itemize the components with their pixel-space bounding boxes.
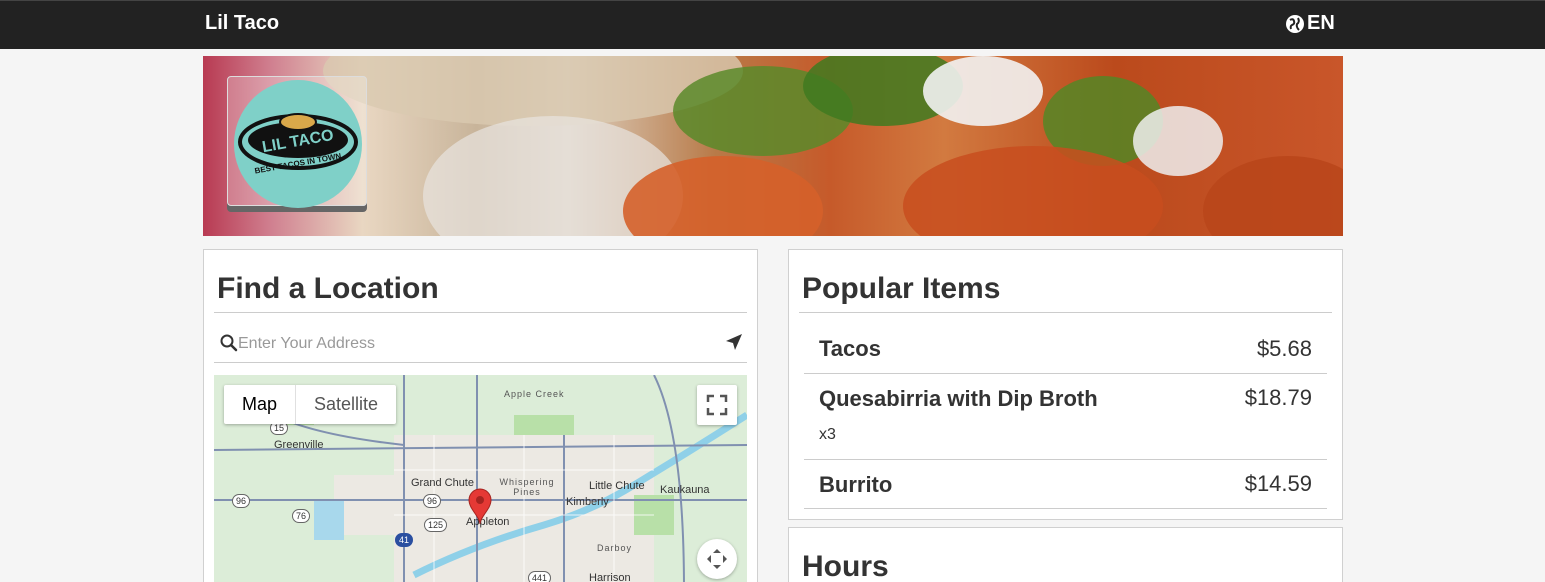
address-search [214, 328, 747, 363]
divider [799, 312, 1332, 313]
camera-control-button[interactable] [697, 539, 737, 579]
map-label: Darboy [597, 543, 633, 553]
globe-icon [1285, 14, 1305, 34]
map-label: Little Chute [589, 480, 645, 492]
divider [214, 312, 747, 313]
map-label: Kaukauna [660, 484, 710, 496]
highway-shield: 96 [232, 494, 251, 508]
location-map[interactable]: Apple Creek Greenville Grand Chute Whisp… [214, 375, 747, 582]
search-icon [220, 334, 238, 357]
map-tab[interactable]: Map [224, 385, 297, 424]
item-name: Burrito [819, 472, 893, 497]
map-label: Apple Creek [504, 389, 565, 399]
fullscreen-button[interactable] [697, 385, 737, 425]
menu-item[interactable]: Quesabirria with Dip Broth $18.79 x3 [804, 374, 1327, 460]
restaurant-logo: LIL TACO BEST TACOS IN TOWN [227, 76, 367, 208]
map-type-toggle: Map Satellite [224, 385, 397, 424]
address-input[interactable] [238, 332, 718, 356]
popular-items-card: Popular Items Tacos $5.68 Quesabirria wi… [788, 249, 1343, 520]
top-navbar: Lil Taco EN [0, 0, 1545, 49]
map-label: Grand Chute [411, 477, 474, 489]
highway-shield: 76 [292, 509, 311, 523]
popular-items-title: Popular Items [802, 272, 1001, 305]
language-label: EN [1307, 12, 1335, 34]
highway-shield: 125 [424, 518, 448, 532]
find-location-card: Find a Location Enter Your Address Apple… [203, 249, 758, 582]
map-label: Harrison [589, 572, 631, 582]
language-selector[interactable]: EN [1285, 12, 1335, 35]
hours-title: Hours [802, 550, 889, 582]
item-price: $18.79 [1244, 385, 1312, 410]
find-location-title: Find a Location [217, 272, 439, 305]
hero-banner [203, 56, 1343, 236]
item-name: Quesabirria with Dip Broth [819, 386, 1098, 411]
highway-shield: 441 [528, 571, 552, 582]
menu-item[interactable]: Tacos $5.68 [804, 323, 1327, 374]
item-price: $5.68 [1256, 336, 1312, 361]
menu-item[interactable]: Burrito $14.59 [804, 460, 1327, 509]
location-pin-icon[interactable] [467, 487, 493, 530]
locate-arrow-icon[interactable] [725, 333, 743, 356]
highway-shield: 41 [395, 533, 414, 547]
map-label: Greenville [274, 439, 324, 451]
satellite-tab[interactable]: Satellite [296, 385, 396, 424]
item-quantity: x3 [819, 426, 836, 443]
hours-card: Hours [788, 527, 1343, 582]
brand-link[interactable]: Lil Taco [205, 12, 279, 35]
item-price: $14.59 [1244, 471, 1312, 496]
map-label: Whispering Pines [499, 477, 555, 497]
highway-shield: 96 [423, 494, 442, 508]
item-name: Tacos [819, 336, 881, 361]
map-label: Kimberly [566, 496, 609, 508]
